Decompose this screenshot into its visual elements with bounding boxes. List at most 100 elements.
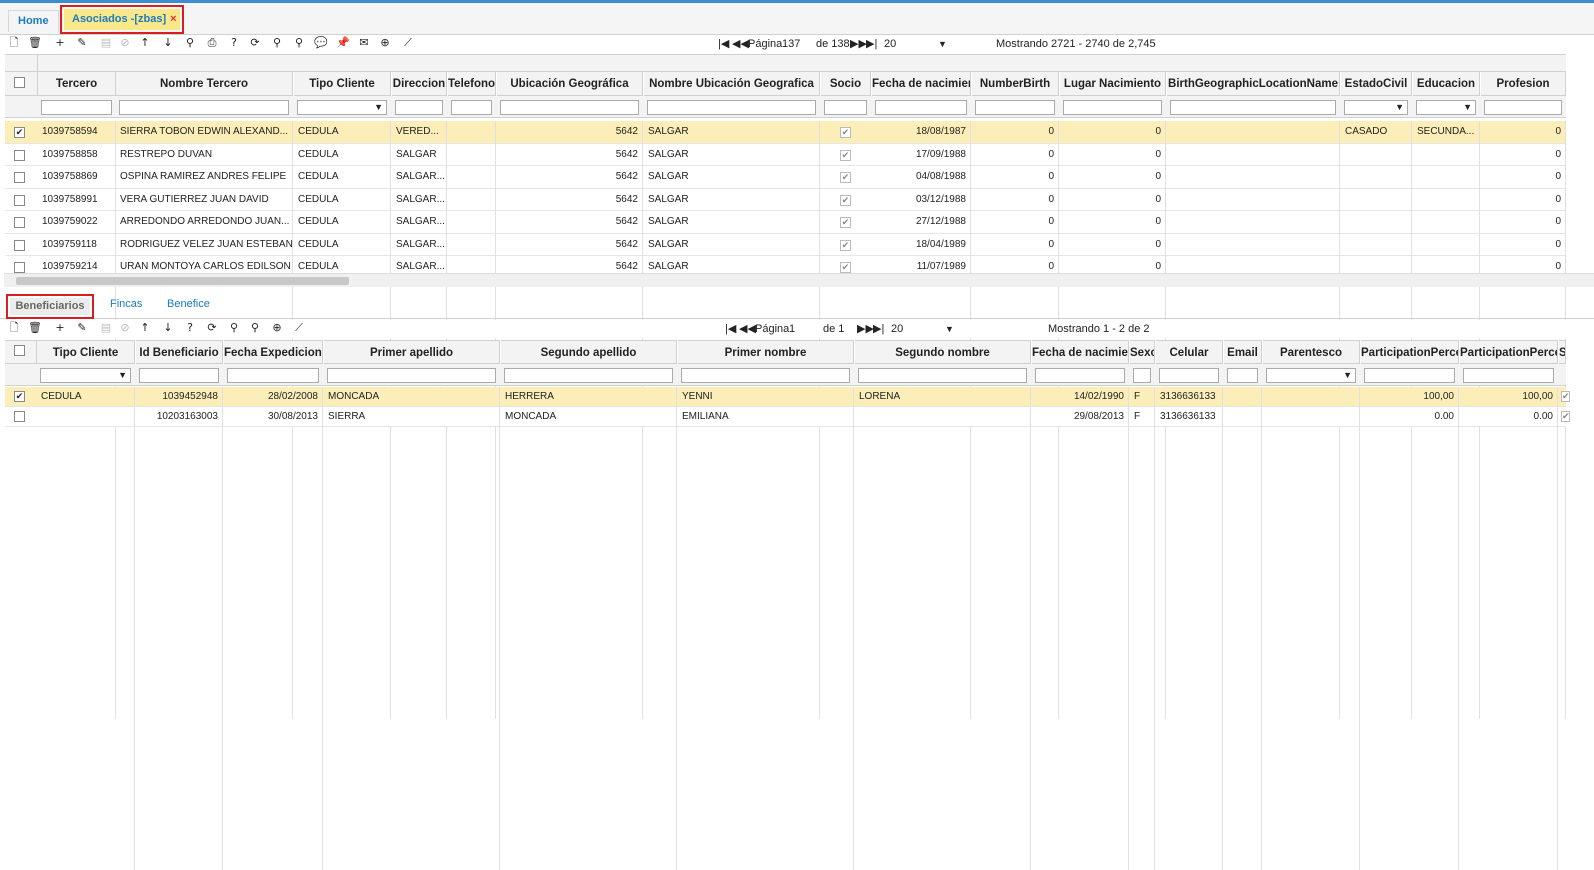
add-circle-icon[interactable]: ⊕ xyxy=(378,36,392,50)
arrow-down-icon[interactable]: ↓ xyxy=(161,36,175,50)
zoom-in-icon[interactable]: ⚲ xyxy=(270,36,284,50)
filter-input[interactable] xyxy=(451,100,492,115)
filter-input[interactable] xyxy=(1063,100,1162,115)
filter-input[interactable] xyxy=(1227,368,1258,383)
help-icon[interactable]: ? xyxy=(227,36,241,50)
refresh-icon[interactable]: ⟳ xyxy=(205,321,219,335)
filter-input[interactable] xyxy=(139,368,219,383)
column-header[interactable]: Tercero xyxy=(38,72,116,96)
tab-asociados[interactable]: Asociados -[zbas]× xyxy=(60,5,184,34)
filter-input[interactable] xyxy=(327,368,496,383)
filter-select[interactable]: ▼ xyxy=(1416,100,1476,115)
zoom-in-icon[interactable]: ⚲ xyxy=(227,321,241,335)
tab-benefice[interactable]: Benefice xyxy=(167,298,210,310)
filter-input[interactable] xyxy=(227,368,319,383)
new-icon[interactable]: 🗋 xyxy=(7,321,21,335)
resize-icon[interactable]: ⟋ xyxy=(292,321,306,335)
column-header[interactable]: Tipo Cliente xyxy=(294,72,391,96)
column-header[interactable]: Nombre Ubicación Geografica xyxy=(644,72,820,96)
column-header[interactable]: Segundo nombre xyxy=(855,340,1031,364)
filter-input[interactable] xyxy=(1364,368,1455,383)
tab-beneficiarios[interactable]: Beneficiarios xyxy=(6,294,94,319)
column-header[interactable]: Id Beneficiario xyxy=(136,340,223,364)
row-checkbox[interactable] xyxy=(14,150,25,161)
filter-input[interactable] xyxy=(41,100,112,115)
next-page-button[interactable]: ▶▶ xyxy=(850,35,867,53)
arrow-up-icon[interactable]: ↑ xyxy=(138,321,152,335)
filter-input[interactable] xyxy=(1159,368,1219,383)
first-page-button[interactable]: |◀ xyxy=(725,320,736,338)
column-header[interactable]: Primer apellido xyxy=(324,340,500,364)
column-header[interactable]: ParticipationPercer xyxy=(1361,340,1459,364)
print-icon[interactable]: ⎙ xyxy=(205,36,219,50)
column-header[interactable]: Sexo xyxy=(1130,340,1155,364)
edit-icon[interactable]: ✎ xyxy=(75,36,89,50)
search-icon[interactable]: ⚲ xyxy=(183,36,197,50)
next-page-button[interactable]: ▶▶ xyxy=(857,320,874,338)
pin-icon[interactable]: 📌 xyxy=(336,36,350,50)
tab-fincas[interactable]: Fincas xyxy=(110,298,142,310)
row-checkbox[interactable] xyxy=(14,217,25,228)
column-header[interactable]: Socio xyxy=(821,72,871,96)
column-header[interactable]: Tipo Cliente xyxy=(37,340,135,364)
column-header[interactable]: Lugar Nacimiento xyxy=(1060,72,1166,96)
add-circle-icon[interactable]: ⊕ xyxy=(270,321,284,335)
add-icon[interactable]: + xyxy=(53,36,67,50)
filter-input[interactable] xyxy=(500,100,639,115)
horizontal-scrollbar[interactable] xyxy=(4,273,1594,287)
column-header[interactable]: Parentesco xyxy=(1263,340,1360,364)
add-icon[interactable]: + xyxy=(53,321,67,335)
filter-select[interactable]: ▼ xyxy=(40,368,131,383)
help-icon[interactable]: ? xyxy=(183,321,197,335)
edit-icon[interactable]: ✎ xyxy=(75,321,89,335)
column-header[interactable]: Fecha Expedicion I xyxy=(224,340,323,364)
column-header[interactable]: Fecha de nacimien xyxy=(872,72,971,96)
column-header[interactable]: Se xyxy=(1559,340,1566,364)
select-all-checkbox[interactable] xyxy=(14,345,25,356)
column-header[interactable]: NumberBirth xyxy=(972,72,1059,96)
chevron-down-icon[interactable]: ▼ xyxy=(945,320,954,338)
filter-input[interactable] xyxy=(395,100,443,115)
column-header[interactable]: Fecha de nacimien xyxy=(1032,340,1129,364)
comment-icon[interactable]: 💬 xyxy=(314,36,328,50)
mail-icon[interactable]: ✉ xyxy=(357,36,371,50)
arrow-down-icon[interactable]: ↓ xyxy=(161,321,175,335)
resize-icon[interactable]: ⟋ xyxy=(401,36,415,50)
column-header[interactable]: Segundo apellido xyxy=(501,340,677,364)
delete-icon[interactable]: 🗑 xyxy=(28,321,42,335)
scrollbar-thumb[interactable] xyxy=(16,277,349,285)
filter-input[interactable] xyxy=(1170,100,1336,115)
delete-icon[interactable]: 🗑 xyxy=(28,36,42,50)
filter-input[interactable] xyxy=(975,100,1055,115)
filter-input[interactable] xyxy=(824,100,867,115)
row-checkbox[interactable] xyxy=(14,262,25,273)
close-tab-icon[interactable]: × xyxy=(170,13,176,25)
select-all-checkbox[interactable] xyxy=(14,77,25,88)
filter-input[interactable] xyxy=(119,100,289,115)
row-checkbox[interactable]: ✔ xyxy=(14,127,25,138)
column-header[interactable]: Direccion xyxy=(392,72,447,96)
filter-input[interactable] xyxy=(1133,368,1151,383)
filter-select[interactable]: ▼ xyxy=(297,100,387,115)
new-icon[interactable]: 🗋 xyxy=(7,36,21,50)
filter-input[interactable] xyxy=(1484,100,1562,115)
filter-input[interactable] xyxy=(875,100,967,115)
row-checkbox[interactable] xyxy=(14,240,25,251)
row-checkbox[interactable] xyxy=(14,195,25,206)
filter-input[interactable] xyxy=(1035,368,1125,383)
row-checkbox[interactable] xyxy=(14,172,25,183)
last-page-button[interactable]: ▶| xyxy=(866,35,877,53)
filter-input[interactable] xyxy=(504,368,673,383)
column-header[interactable]: ParticipationPercer xyxy=(1460,340,1558,364)
column-header[interactable]: Primer nombre xyxy=(678,340,854,364)
filter-input[interactable] xyxy=(647,100,816,115)
page-input[interactable]: 137 xyxy=(782,35,800,53)
prev-page-button[interactable]: ◀◀ xyxy=(732,35,749,53)
filter-select[interactable]: ▼ xyxy=(1344,100,1408,115)
page-input[interactable]: 1 xyxy=(789,320,795,338)
first-page-button[interactable]: |◀ xyxy=(718,35,729,53)
zoom-out-icon[interactable]: ⚲ xyxy=(292,36,306,50)
filter-input[interactable] xyxy=(1463,368,1554,383)
column-header[interactable]: Ubicación Geográfica xyxy=(497,72,643,96)
row-checkbox[interactable] xyxy=(14,411,25,422)
